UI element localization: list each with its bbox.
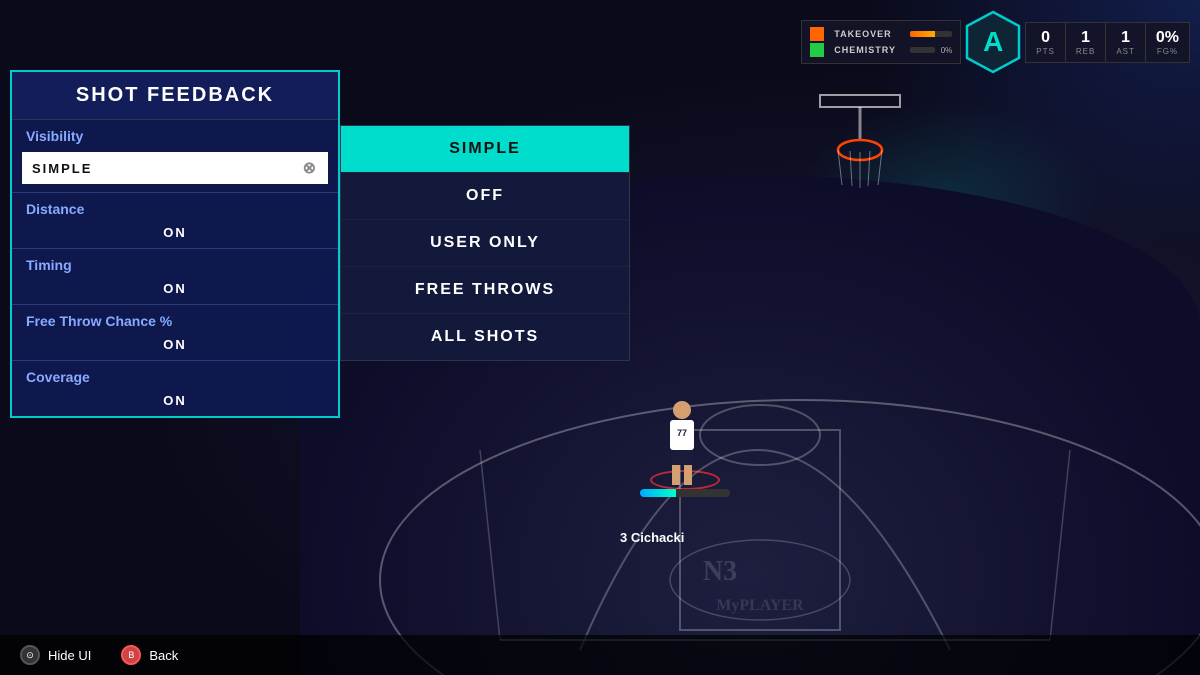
chemistry-percent: 0% xyxy=(941,46,953,55)
player-leg-left xyxy=(672,465,680,485)
takeover-bar-fill xyxy=(910,31,935,37)
chemistry-row: CHEMISTRY 0% xyxy=(810,43,952,57)
distance-value: ON xyxy=(22,225,328,240)
coverage-label: Coverage xyxy=(12,361,338,389)
player-name-tag: 3 Cichacki xyxy=(620,530,684,545)
hide-ui-button[interactable]: ⊙ Hide UI xyxy=(20,645,91,665)
panel-title: SHOT FEEDBACK xyxy=(12,72,338,120)
player-progress-fill xyxy=(640,489,676,497)
player-progress-bar xyxy=(640,489,730,497)
stat-reb-value: 1 xyxy=(1076,29,1095,47)
player-head xyxy=(673,401,691,419)
coverage-setting-row[interactable]: Coverage ON xyxy=(12,361,338,416)
back-label: Back xyxy=(149,648,178,663)
distance-value-row: ON xyxy=(12,221,338,248)
free-throw-chance-value-row: ON xyxy=(12,333,338,360)
takeover-row: TAKEOVER xyxy=(810,27,952,41)
scoreboard-info: TAKEOVER CHEMISTRY 0% xyxy=(801,20,961,64)
back-button[interactable]: B Back xyxy=(121,645,178,665)
visibility-setting-row[interactable]: Visibility SIMPLE ⊗ xyxy=(12,120,338,193)
hide-ui-label: Hide UI xyxy=(48,648,91,663)
stat-fg-value: 0% xyxy=(1156,29,1179,47)
visibility-close-icon[interactable]: ⊗ xyxy=(303,158,318,178)
stats-box: 0 PTS 1 REB 1 AST 0% FG% xyxy=(1025,22,1190,63)
player-torso: 77 xyxy=(670,420,694,450)
timing-setting-row[interactable]: Timing ON xyxy=(12,249,338,305)
player-leg-right xyxy=(684,465,692,485)
chemistry-label: CHEMISTRY xyxy=(834,45,904,55)
timing-value: ON xyxy=(22,281,328,296)
visibility-label: Visibility xyxy=(12,120,338,148)
player-legs xyxy=(670,465,694,485)
free-throw-chance-label: Free Throw Chance % xyxy=(12,305,338,333)
player-number: 77 xyxy=(670,420,694,438)
timing-value-row: ON xyxy=(12,277,338,304)
grade-container: A xyxy=(965,10,1021,74)
timing-label: Timing xyxy=(12,249,338,277)
dropdown-option-user-only[interactable]: USER ONLY xyxy=(341,220,629,267)
takeover-label: TAKEOVER xyxy=(834,29,904,39)
stat-fg-label: FG% xyxy=(1156,47,1179,56)
takeover-icon xyxy=(810,27,824,41)
stat-pts: 0 PTS xyxy=(1026,23,1066,62)
stat-ast-label: AST xyxy=(1116,47,1135,56)
dropdown-option-simple[interactable]: SIMPLE xyxy=(341,126,629,173)
visibility-value-text: SIMPLE xyxy=(32,161,92,176)
bottom-bar: ⊙ Hide UI B Back xyxy=(0,635,1200,675)
free-throw-chance-value: ON xyxy=(22,337,328,352)
stat-reb: 1 REB xyxy=(1066,23,1106,62)
takeover-bar xyxy=(910,31,952,37)
hide-ui-icon: ⊙ xyxy=(20,645,40,665)
stat-pts-label: PTS xyxy=(1036,47,1055,56)
stat-fg: 0% FG% xyxy=(1146,23,1189,62)
dropdown-option-off[interactable]: OFF xyxy=(341,173,629,220)
player-shorts xyxy=(671,450,693,465)
scoreboard: TAKEOVER CHEMISTRY 0% A 0 PTS 1 REB 1 xyxy=(801,10,1190,74)
stat-pts-value: 0 xyxy=(1036,29,1055,47)
chemistry-bar xyxy=(910,47,934,53)
dropdown-option-all-shots[interactable]: ALL SHOTS xyxy=(341,314,629,360)
coverage-value: ON xyxy=(22,393,328,408)
visibility-dropdown: SIMPLE OFF USER ONLY FREE THROWS ALL SHO… xyxy=(340,125,630,361)
coverage-value-row: ON xyxy=(12,389,338,416)
stat-ast-value: 1 xyxy=(1116,29,1135,47)
shot-feedback-panel: SHOT FEEDBACK Visibility SIMPLE ⊗ Distan… xyxy=(10,70,340,418)
free-throw-chance-setting-row[interactable]: Free Throw Chance % ON xyxy=(12,305,338,361)
visibility-value[interactable]: SIMPLE ⊗ xyxy=(22,152,328,184)
svg-text:N3: N3 xyxy=(703,556,737,587)
svg-text:MyPLAYER: MyPLAYER xyxy=(716,597,804,614)
stat-ast: 1 AST xyxy=(1106,23,1146,62)
distance-label: Distance xyxy=(12,193,338,221)
grade-value: A xyxy=(983,26,1003,58)
player-figure: 77 xyxy=(670,401,694,485)
player-name: 3 Cichacki xyxy=(620,530,684,545)
stat-reb-label: REB xyxy=(1076,47,1095,56)
dropdown-option-free-throws[interactable]: FREE THROWS xyxy=(341,267,629,314)
back-icon: B xyxy=(121,645,141,665)
visibility-value-row[interactable]: SIMPLE ⊗ xyxy=(12,148,338,192)
chemistry-icon xyxy=(810,43,824,57)
distance-setting-row[interactable]: Distance ON xyxy=(12,193,338,249)
